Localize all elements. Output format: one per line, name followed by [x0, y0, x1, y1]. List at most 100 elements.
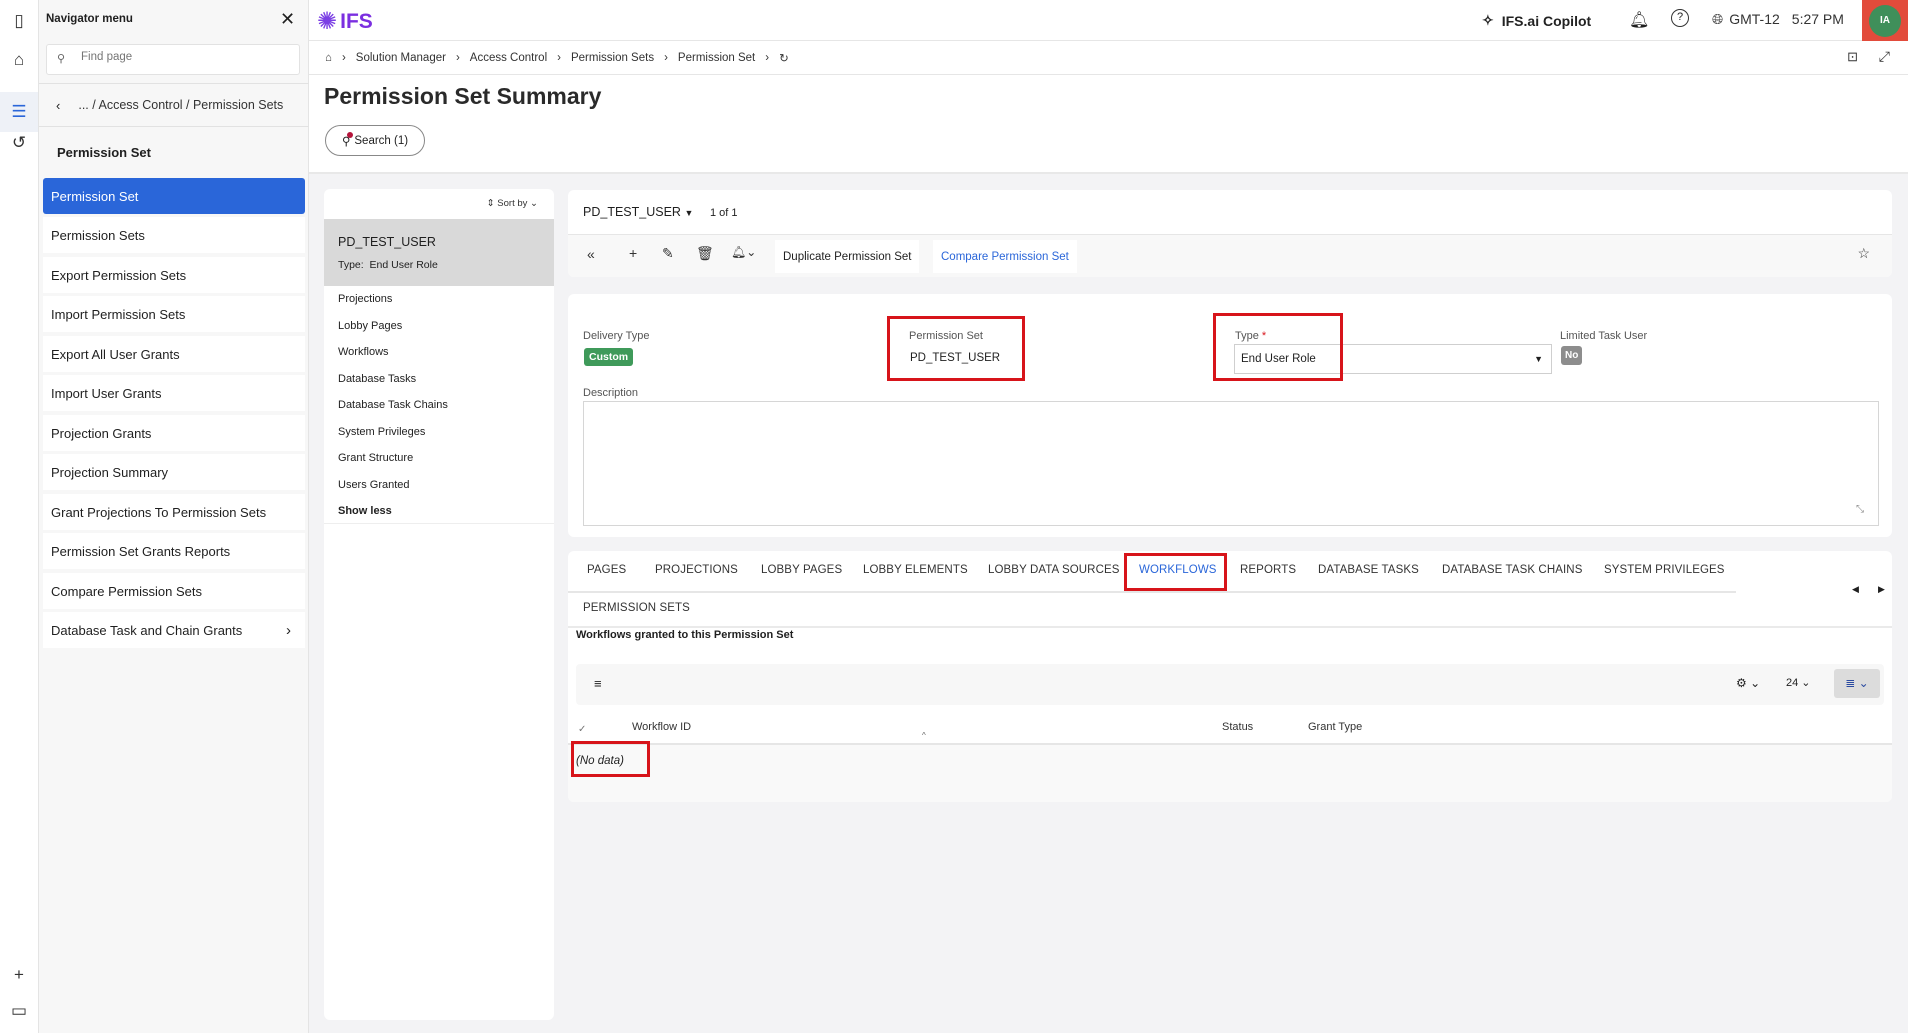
resize-handle-icon[interactable]: ⤡ [1856, 504, 1864, 515]
delete-icon[interactable]: 🗑︎ [696, 245, 714, 262]
add-icon[interactable]: + [629, 245, 637, 261]
find-page-field[interactable] [81, 51, 235, 63]
limited-task-user-label: Limited Task User [1560, 330, 1648, 342]
filter-icon[interactable]: ≡ [594, 676, 602, 691]
tabs-scroll-right-icon[interactable]: ▶ [1878, 584, 1885, 595]
compare-permission-set-button[interactable]: Compare Permission Set [933, 240, 1077, 273]
record-list: ⇕ Sort by ⌄ PD_TEST_USER Type: End User … [324, 189, 554, 1020]
command-bar: « + ✎ 🗑︎ 🔔︎⌄ Duplicate Permission Set Co… [568, 234, 1892, 277]
list-item-selected[interactable]: PD_TEST_USER Type: End User Role [324, 219, 554, 286]
nav-item-import-permission-sets[interactable]: Import Permission Sets [43, 296, 305, 332]
tab-database-tasks[interactable]: DATABASE TASKS [1318, 564, 1419, 576]
navigator-path[interactable]: ... / Access Control / Permission Sets [78, 98, 283, 112]
bookmark-icon[interactable]: ▭ [8, 1000, 30, 1022]
nav-item-export-permission-sets[interactable]: Export Permission Sets [43, 257, 305, 293]
tab-database-task-chains[interactable]: DATABASE TASK CHAINS [1442, 564, 1582, 576]
tab-reports[interactable]: REPORTS [1240, 564, 1296, 576]
tab-system-privileges[interactable]: SYSTEM PRIVILEGES [1604, 564, 1725, 576]
search-label: Search (1) [354, 134, 409, 147]
timezone-clock[interactable]: 🌐︎ GMT-12 5:27 PM [1712, 11, 1844, 28]
type-value: End User Role [369, 259, 438, 271]
sort-label: Sort by [497, 198, 528, 209]
navigator-title: Navigator menu [46, 13, 133, 25]
screen-share-icon[interactable]: ⊡ [1847, 49, 1858, 65]
back-chevron-icon[interactable]: ‹ [56, 98, 60, 113]
copilot-button[interactable]: ✧ IFS.ai Copilot [1482, 12, 1591, 29]
nav-item-import-user-grants[interactable]: Import User Grants [43, 375, 305, 411]
tab-lobby-data-sources[interactable]: LOBBY DATA SOURCES [988, 564, 1120, 576]
column-workflow-id[interactable]: Workflow ID [632, 721, 691, 733]
tab-lobby-elements[interactable]: LOBBY ELEMENTS [863, 564, 968, 576]
add-icon[interactable]: + [8, 964, 30, 986]
nav-item-grant-projections[interactable]: Grant Projections To Permission Sets [43, 494, 305, 530]
tab-projections[interactable]: PROJECTIONS [655, 564, 738, 576]
highlight-permission-set [887, 316, 1025, 381]
tab-permission-sets[interactable]: PERMISSION SETS [583, 602, 690, 614]
refresh-icon[interactable]: ↻ [779, 51, 789, 65]
link-users-granted[interactable]: Users Granted [338, 479, 410, 491]
duplicate-permission-set-button[interactable]: Duplicate Permission Set [775, 240, 920, 273]
link-projections[interactable]: Projections [338, 293, 392, 305]
dropdown-arrow-icon: ▼ [1534, 354, 1543, 364]
find-page-input[interactable]: ⚲ [46, 44, 300, 75]
copilot-label: IFS.ai Copilot [1501, 12, 1592, 29]
edit-icon[interactable]: ✎ [662, 245, 674, 262]
sort-by-button[interactable]: ⇕ Sort by ⌄ [487, 198, 538, 209]
nav-item-compare-permission-sets[interactable]: Compare Permission Sets [43, 573, 305, 609]
nav-item-grants-reports[interactable]: Permission Set Grants Reports [43, 533, 305, 569]
link-lobby-pages[interactable]: Lobby Pages [338, 320, 402, 332]
settings-gear-icon[interactable]: ⚙ ⌄ [1736, 676, 1760, 690]
nav-item-projection-grants[interactable]: Projection Grants [43, 415, 305, 451]
link-database-tasks[interactable]: Database Tasks [338, 373, 416, 385]
link-grant-structure[interactable]: Grant Structure [338, 452, 413, 464]
view-mode-list-icon[interactable]: ≣ ⌄ [1834, 669, 1880, 698]
page-title: Permission Set Summary [324, 83, 602, 109]
nav-item-permission-sets[interactable]: Permission Sets [43, 217, 305, 253]
highlight-type [1213, 313, 1343, 381]
collapse-icon[interactable]: « [587, 246, 595, 262]
nav-item-permission-set[interactable]: Permission Set [43, 178, 305, 214]
column-grant-type[interactable]: Grant Type [1308, 721, 1362, 733]
link-database-task-chains[interactable]: Database Task Chains [338, 399, 448, 411]
search-button[interactable]: ⚲ Search (1) [325, 125, 425, 156]
select-all-checkbox[interactable]: ✓ [578, 724, 586, 735]
link-system-privileges[interactable]: System Privileges [338, 426, 425, 438]
nav-item-projection-summary[interactable]: Projection Summary [43, 454, 305, 490]
nav-item-label: Projection Summary [51, 464, 169, 480]
bell-icon[interactable]: 🔔︎ [1629, 10, 1649, 30]
favorite-star-icon[interactable]: ☆ [1857, 245, 1870, 262]
navigator-section-title: Permission Set [57, 145, 151, 160]
link-workflows[interactable]: Workflows [338, 346, 389, 358]
show-less-link[interactable]: Show less [338, 505, 392, 517]
sort-asc-icon[interactable]: ^ [922, 731, 926, 740]
tab-pages[interactable]: PAGES [587, 564, 626, 576]
crumb-permission-sets[interactable]: Permission Sets [571, 52, 654, 64]
crumb-access-control[interactable]: Access Control [470, 52, 547, 64]
history-icon[interactable]: ↺ [8, 132, 30, 154]
record-selector-value: PD_TEST_USER [583, 205, 681, 219]
delivery-type-label: Delivery Type [583, 330, 650, 342]
home-crumb-icon[interactable]: ⌂ [325, 52, 332, 64]
close-icon[interactable]: ✕ [280, 9, 295, 30]
crumb-permission-set[interactable]: Permission Set [678, 52, 755, 64]
chevron-right-icon: › [286, 621, 291, 639]
help-icon[interactable]: ? [1671, 9, 1689, 27]
expand-icon[interactable]: ⤢ [1879, 48, 1890, 65]
tab-lobby-pages[interactable]: LOBBY PAGES [761, 564, 842, 576]
avatar[interactable]: IA [1869, 4, 1901, 37]
record-selector[interactable]: PD_TEST_USER ▼ [583, 205, 693, 219]
menu-icon[interactable]: ☰ [0, 92, 38, 132]
ifs-logo[interactable]: ✺ IFS [317, 7, 373, 36]
home-icon[interactable]: ⌂ [8, 49, 30, 71]
nav-item-database-task-chain-grants[interactable]: Database Task and Chain Grants › [43, 612, 305, 648]
panel-toggle-icon[interactable]: ▯ [8, 10, 30, 32]
tabs-scroll-left-icon[interactable]: ◀ [1852, 584, 1859, 595]
notification-rule-icon[interactable]: 🔔︎⌄ [731, 245, 756, 259]
crumb-solution-manager[interactable]: Solution Manager [356, 52, 446, 64]
column-status[interactable]: Status [1222, 721, 1253, 733]
logo-text: IFS [340, 9, 373, 33]
nav-item-export-all-user-grants[interactable]: Export All User Grants [43, 336, 305, 372]
page-size-select[interactable]: 24 ⌄ [1786, 676, 1811, 689]
description-textarea[interactable]: ⤡ [583, 401, 1879, 526]
record-count: 1 of 1 [710, 207, 738, 219]
